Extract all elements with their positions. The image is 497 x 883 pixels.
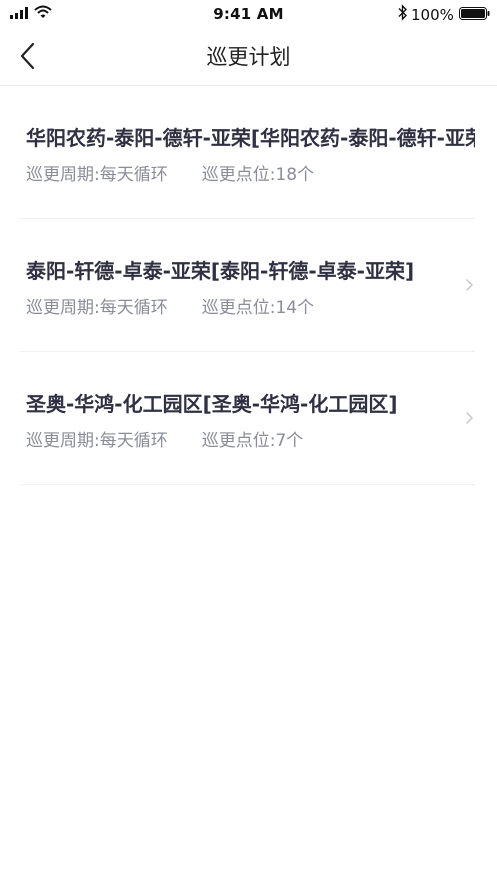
chevron-right-icon [466,412,473,424]
plan-item[interactable]: 圣奥-华鸿-化工园区[圣奥-华鸿-化工园区] 巡更周期:每天循环 巡更点位:7个 [20,352,475,485]
plan-title: 圣奥-华鸿-化工园区[圣奥-华鸿-化工园区] [26,392,398,416]
plan-point-count: 巡更点位:18个 [201,165,315,185]
page-title: 巡更计划 [206,45,291,69]
bluetooth-icon [398,4,407,21]
plan-point-count: 巡更点位:14个 [201,298,315,318]
plan-title: 华阳农药-泰阳-德轩-亚荣[华阳农药-泰阳-德轩-亚荣] [26,126,475,150]
plan-meta: 巡更周期:每天循环 巡更点位:14个 [26,293,314,318]
plan-cycle: 巡更周期:每天循环 [26,165,168,185]
plan-item[interactable]: 华阳农药-泰阳-德轩-亚荣[华阳农药-泰阳-德轩-亚荣] 巡更周期:每天循环 巡更… [20,86,475,219]
status-bar: 9:41 AM 100% [0,0,497,30]
navigation-bar: 巡更计划 [0,30,497,86]
plan-meta: 巡更周期:每天循环 巡更点位:18个 [26,160,314,185]
plan-cycle: 巡更周期:每天循环 [26,298,168,318]
plan-point-count: 巡更点位:7个 [201,431,304,451]
battery-percentage: 100% [411,6,454,24]
battery-icon [459,7,490,20]
plan-cycle: 巡更周期:每天循环 [26,431,168,451]
chevron-right-icon [466,279,473,291]
plan-item[interactable]: 泰阳-轩德-卓泰-亚荣[泰阳-轩德-卓泰-亚荣] 巡更周期:每天循环 巡更点位:1… [20,219,475,352]
plan-title: 泰阳-轩德-卓泰-亚荣[泰阳-轩德-卓泰-亚荣] [26,259,415,283]
plan-meta: 巡更周期:每天循环 巡更点位:7个 [26,426,303,451]
patrol-plan-list: 华阳农药-泰阳-德轩-亚荣[华阳农药-泰阳-德轩-亚荣] 巡更周期:每天循环 巡更… [0,86,497,485]
